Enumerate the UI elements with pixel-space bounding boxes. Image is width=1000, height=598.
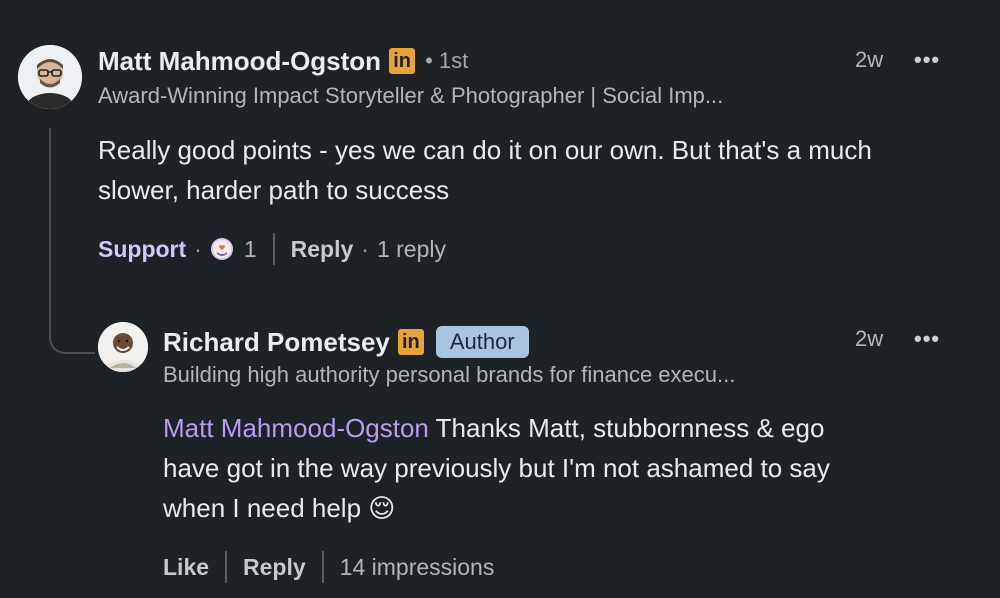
reply-time: 2w — [855, 326, 884, 351]
reply-text-fragment: Thanks Matt, stubbornness & ego — [428, 413, 825, 443]
author-name[interactable]: Matt Mahmood-Ogston — [98, 48, 381, 74]
more-options-icon[interactable]: ••• — [914, 47, 940, 73]
linkedin-icon: in — [397, 329, 424, 356]
comment-time: 2w — [855, 47, 884, 72]
separator-dot: · — [361, 235, 369, 262]
reply-button[interactable]: Reply — [243, 554, 306, 581]
reply-more-options-icon[interactable]: ••• — [914, 326, 940, 352]
comment-text: Really good points - yes we can do it on… — [98, 130, 978, 210]
impressions-count[interactable]: 14 impressions — [340, 554, 495, 581]
reply-author-headline: Building high authority personal brands … — [163, 362, 736, 387]
thread-connector — [49, 286, 95, 354]
reply-text: Matt Mahmood-Ogston Thanks Matt, stubbor… — [163, 408, 963, 528]
reply-text-line: when I need help 😌 — [163, 493, 396, 523]
divider — [321, 551, 324, 583]
mention-link[interactable]: Matt Mahmood-Ogston — [163, 413, 429, 443]
connection-degree: • 1st — [425, 48, 469, 73]
reply-header: Richard Pometsey in Author — [163, 326, 529, 359]
author-badge: Author — [435, 326, 529, 359]
comment-text-line: slower, harder path to success — [98, 175, 450, 205]
replies-count[interactable]: 1 reply — [377, 236, 446, 263]
divider — [225, 551, 228, 583]
author-headline: Award-Winning Impact Storyteller & Photo… — [98, 83, 724, 108]
comment-actions: Support · 1 Reply · 1 reply — [98, 232, 446, 266]
support-button[interactable]: Support — [98, 236, 186, 263]
reply-text-line: Matt Mahmood-Ogston Thanks Matt, stubbor… — [163, 408, 963, 448]
reply-text-line: have got in the way previously but I'm n… — [163, 453, 830, 483]
reaction-count[interactable]: 1 — [244, 236, 257, 263]
reply-actions: Like Reply 14 impressions — [163, 550, 494, 584]
thread-line — [49, 128, 52, 288]
reply-button[interactable]: Reply — [291, 236, 354, 263]
linkedin-icon: in — [389, 48, 416, 74]
support-reaction-icon[interactable] — [210, 237, 234, 261]
avatar-matt[interactable] — [18, 45, 82, 109]
separator-dot: · — [194, 235, 202, 262]
avatar-richard[interactable] — [98, 322, 148, 372]
comment-text-line: Really good points - yes we can do it on… — [98, 135, 872, 165]
comment-header: Matt Mahmood-Ogston in • 1st — [98, 48, 468, 74]
divider — [272, 233, 275, 265]
reply-author-name[interactable]: Richard Pometsey — [163, 329, 390, 355]
like-button[interactable]: Like — [163, 554, 209, 581]
